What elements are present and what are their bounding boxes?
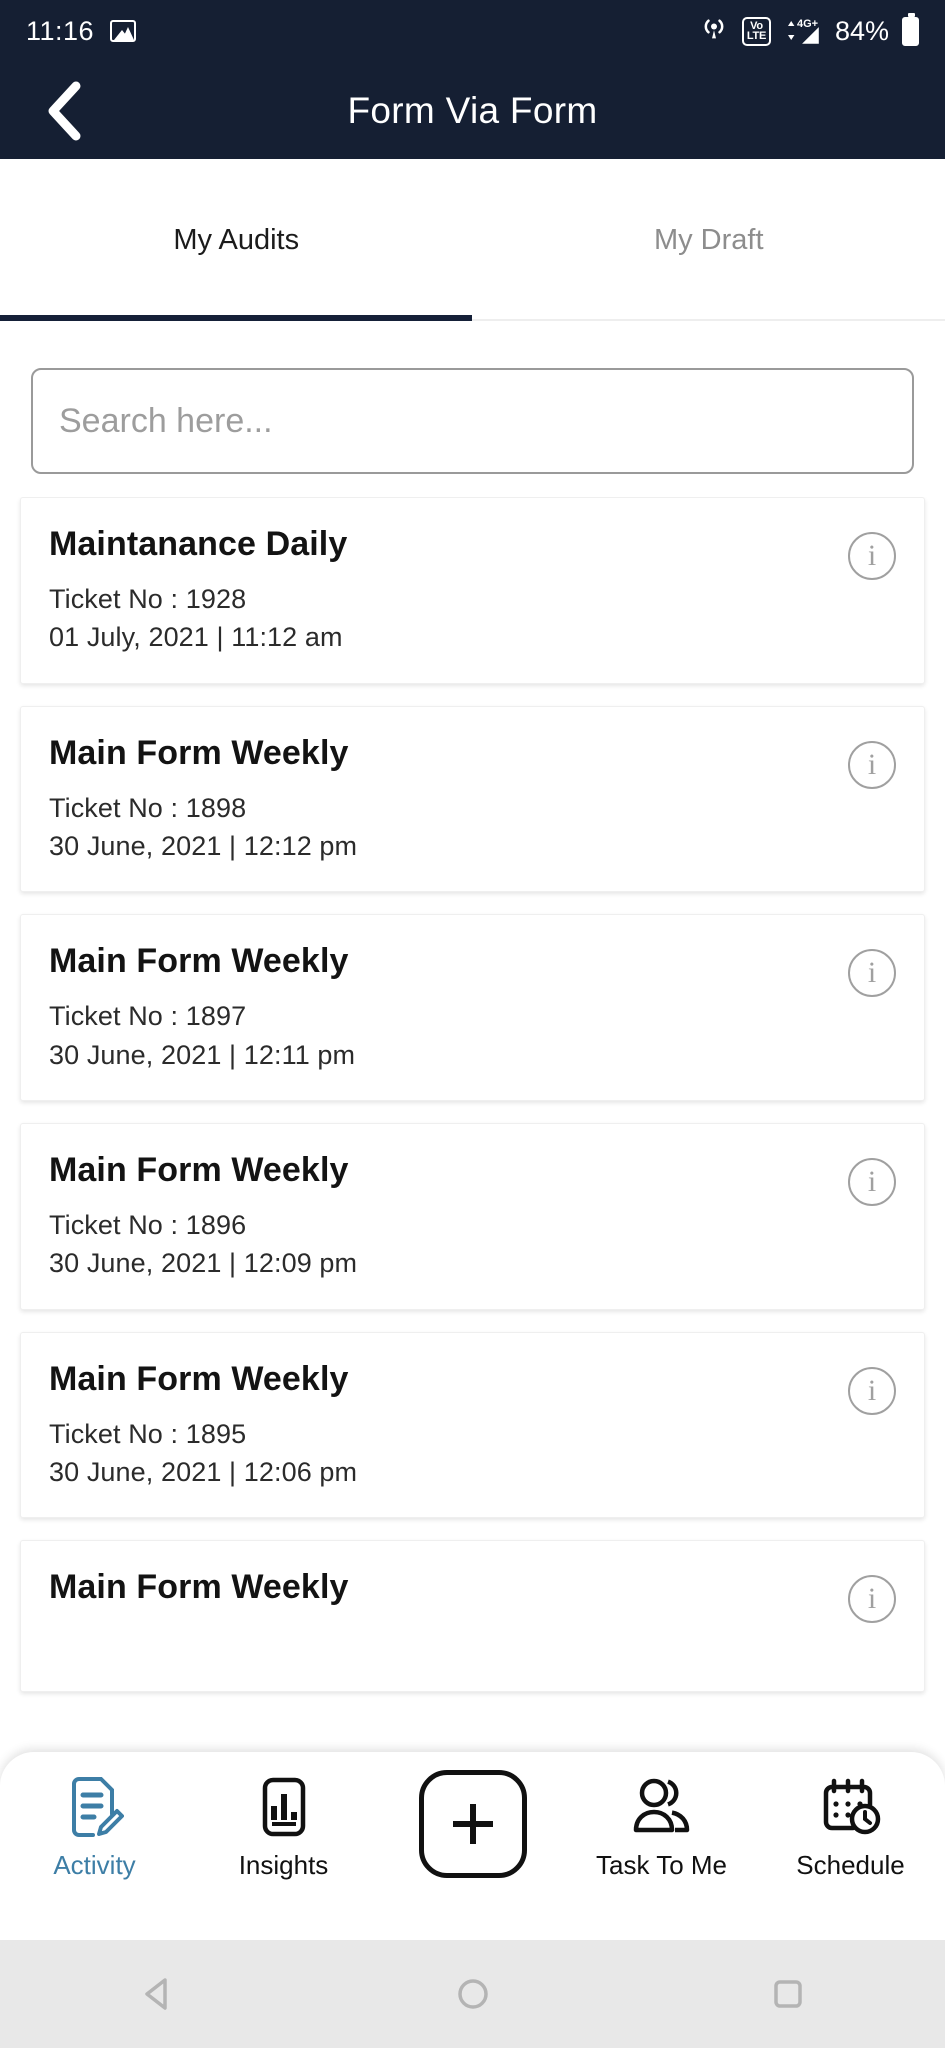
nav-item-schedule[interactable]: Schedule <box>765 1774 937 1881</box>
app-header: Form Via Form <box>0 62 945 159</box>
status-bar-right: Vo LTE 4G+ 84% <box>699 12 919 49</box>
tab-bar: My Audits My Draft <box>0 159 945 321</box>
tab-my-draft-label: My Draft <box>653 223 764 256</box>
audit-datetime: 30 June, 2021 | 12:06 pm <box>49 1456 358 1487</box>
info-glyph: i <box>867 539 877 572</box>
volte-bottom-label: LTE <box>746 30 766 42</box>
nav-item-task-to-me[interactable]: Task To Me <box>576 1774 748 1881</box>
info-glyph: i <box>867 956 877 990</box>
tab-my-audits-label: My Audits <box>173 223 300 256</box>
audit-list[interactable]: Maintanance Daily Ticket No : 1928 01 Ju… <box>0 497 945 1750</box>
page-title: Form Via Form <box>347 89 598 131</box>
signal-4g-icon: 4G+ <box>784 16 822 46</box>
nav-item-activity[interactable]: Activity <box>9 1774 181 1881</box>
audit-ticket: Ticket No : 1928 <box>49 584 247 614</box>
info-icon[interactable]: i <box>848 949 896 998</box>
tab-my-audits[interactable]: My Audits <box>0 159 473 321</box>
nav-item-add[interactable] <box>387 1770 559 1888</box>
status-clock: 11:16 <box>26 15 95 46</box>
audit-datetime: 30 June, 2021 | 12:12 pm <box>49 830 358 861</box>
nav-item-task-to-me-label: Task To Me <box>595 1850 727 1880</box>
add-button[interactable] <box>418 1770 527 1878</box>
search-placeholder: Search here... <box>59 401 273 440</box>
photo-icon <box>110 20 137 42</box>
android-navigation-bar <box>0 1940 945 2048</box>
info-icon[interactable]: i <box>848 740 896 789</box>
audit-datetime: 01 July, 2021 | 11:12 am <box>49 622 343 653</box>
document-pencil-icon <box>66 1774 124 1840</box>
bar-chart-icon <box>257 1774 311 1840</box>
nav-item-schedule-label: Schedule <box>796 1850 905 1880</box>
volte-icon: Vo LTE <box>741 16 771 46</box>
table-row[interactable]: Main Form Weekly Ticket No : 1896 30 Jun… <box>20 1122 925 1310</box>
search-input[interactable]: Search here... <box>31 368 914 474</box>
recents-square-icon <box>773 1980 802 2008</box>
info-glyph: i <box>867 747 877 781</box>
audit-ticket: Ticket No : 1896 <box>49 1209 247 1240</box>
audit-title: Main Form Weekly <box>49 1359 349 1398</box>
status-bar-left: 11:16 <box>26 15 137 47</box>
calendar-clock-icon <box>820 1774 882 1840</box>
nav-item-insights[interactable]: Insights <box>198 1774 370 1881</box>
audit-datetime: 30 June, 2021 | 12:11 pm <box>49 1039 356 1070</box>
tab-my-draft[interactable]: My Draft <box>473 159 945 321</box>
tab-inactive-divider <box>472 319 945 321</box>
back-triangle-icon <box>144 1978 167 2010</box>
audit-ticket: Ticket No : 1897 <box>49 1001 247 1032</box>
info-icon[interactable]: i <box>848 532 896 580</box>
info-glyph: i <box>867 1164 877 1198</box>
audit-title: Main Form Weekly <box>49 942 349 981</box>
chevron-left-icon <box>48 81 81 140</box>
table-row[interactable]: Main Form Weekly Ticket No : 1898 30 Jun… <box>20 705 925 893</box>
home-circle-icon <box>457 1979 488 2009</box>
svg-text:4G+: 4G+ <box>797 18 818 30</box>
info-icon[interactable]: i <box>848 1575 896 1624</box>
android-back-button[interactable] <box>98 1940 218 2048</box>
info-glyph: i <box>867 1373 877 1407</box>
battery-percent-label: 84% <box>834 15 889 46</box>
people-icon <box>630 1774 694 1840</box>
table-row[interactable]: Main Form Weekly Ticket No : 1897 30 Jun… <box>20 914 925 1101</box>
back-button[interactable] <box>36 80 92 142</box>
bottom-navigation: Activity Insights Task To Me Schedule <box>0 1752 945 1940</box>
nav-item-activity-label: Activity <box>53 1850 136 1880</box>
info-icon[interactable]: i <box>848 1366 896 1415</box>
info-icon[interactable]: i <box>848 1157 896 1206</box>
audit-title: Main Form Weekly <box>49 1150 349 1189</box>
audit-ticket: Ticket No : 1895 <box>49 1418 247 1449</box>
search-container: Search here... <box>31 368 914 474</box>
audit-title: Main Form Weekly <box>49 733 349 772</box>
table-row[interactable]: Main Form Weekly Ticket No : 1895 30 Jun… <box>20 1331 925 1519</box>
info-glyph: i <box>867 1582 877 1616</box>
table-row[interactable]: Maintanance Daily Ticket No : 1928 01 Ju… <box>20 497 925 684</box>
plus-icon <box>452 1804 493 1844</box>
audit-datetime: 30 June, 2021 | 12:09 pm <box>49 1248 358 1279</box>
status-bar: 11:16 Vo LTE 4G+ 84% <box>0 0 945 62</box>
tab-active-indicator <box>0 315 472 321</box>
battery-icon <box>902 12 919 46</box>
app-screen: 11:16 Vo LTE 4G+ 84% Form Via Form My Au… <box>0 0 945 2048</box>
table-row[interactable]: Main Form Weekly i <box>20 1540 925 1693</box>
cast-icon <box>699 14 729 49</box>
nav-item-insights-label: Insights <box>238 1850 329 1880</box>
audit-title: Main Form Weekly <box>49 1568 349 1607</box>
audit-title: Maintanance Daily <box>49 525 348 563</box>
android-home-button[interactable] <box>413 1940 533 2048</box>
android-recents-button[interactable] <box>728 1940 848 2048</box>
audit-ticket: Ticket No : 1898 <box>49 792 247 823</box>
